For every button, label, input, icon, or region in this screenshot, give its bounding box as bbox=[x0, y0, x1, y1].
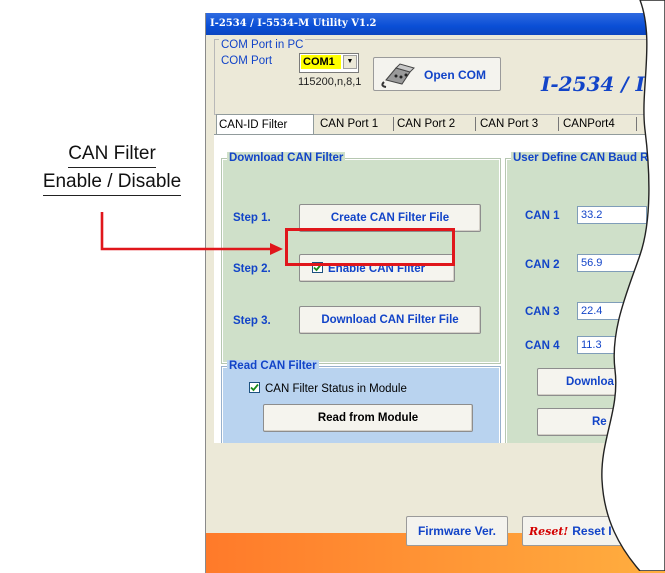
callout-arrow bbox=[100, 212, 283, 255]
